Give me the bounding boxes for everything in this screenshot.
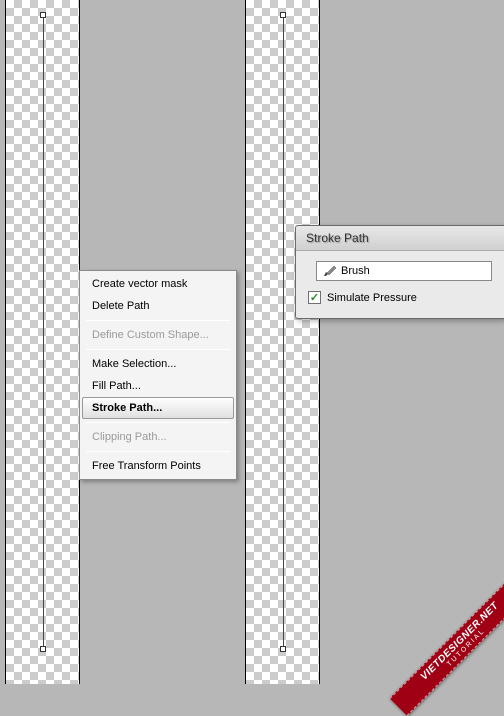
- menu-clipping-path: Clipping Path...: [82, 426, 234, 448]
- path-line[interactable]: [43, 15, 44, 649]
- menu-stroke-path[interactable]: Stroke Path...: [82, 397, 234, 419]
- menu-separator: [86, 320, 230, 321]
- menu-separator: [86, 422, 230, 423]
- menu-delete-path[interactable]: Delete Path: [82, 295, 234, 317]
- simulate-pressure-label: Simulate Pressure: [327, 292, 417, 304]
- watermark-ribbon: VIETDESIGNER.NET TUTORIAL: [390, 571, 504, 716]
- tool-label: Brush: [341, 265, 370, 277]
- context-menu: Create vector mask Delete Path Define Cu…: [79, 270, 237, 480]
- simulate-pressure-checkbox[interactable]: ✓: [308, 291, 321, 304]
- tool-dropdown[interactable]: Brush: [316, 261, 492, 281]
- tool-row: Brush: [308, 261, 492, 281]
- canvas-left[interactable]: [5, 0, 80, 684]
- canvas-right[interactable]: [245, 0, 320, 684]
- menu-create-vector-mask[interactable]: Create vector mask: [82, 273, 234, 295]
- anchor-bottom[interactable]: [280, 646, 286, 652]
- stroke-path-dialog: Stroke Path Brush ✓ Simulate Pressure: [295, 225, 504, 319]
- dialog-body: Brush ✓ Simulate Pressure: [296, 251, 504, 318]
- menu-separator: [86, 349, 230, 350]
- menu-make-selection[interactable]: Make Selection...: [82, 353, 234, 375]
- menu-fill-path[interactable]: Fill Path...: [82, 375, 234, 397]
- simulate-pressure-row: ✓ Simulate Pressure: [308, 291, 492, 304]
- anchor-top[interactable]: [40, 12, 46, 18]
- ribbon-main: VIETDESIGNER.NET: [392, 574, 504, 709]
- menu-separator: [86, 451, 230, 452]
- anchor-bottom[interactable]: [40, 646, 46, 652]
- menu-free-transform-points[interactable]: Free Transform Points: [82, 455, 234, 477]
- dialog-title: Stroke Path: [296, 226, 504, 251]
- anchor-top[interactable]: [280, 12, 286, 18]
- brush-icon: [323, 265, 337, 277]
- path-line[interactable]: [283, 15, 284, 649]
- menu-define-custom-shape: Define Custom Shape...: [82, 324, 234, 346]
